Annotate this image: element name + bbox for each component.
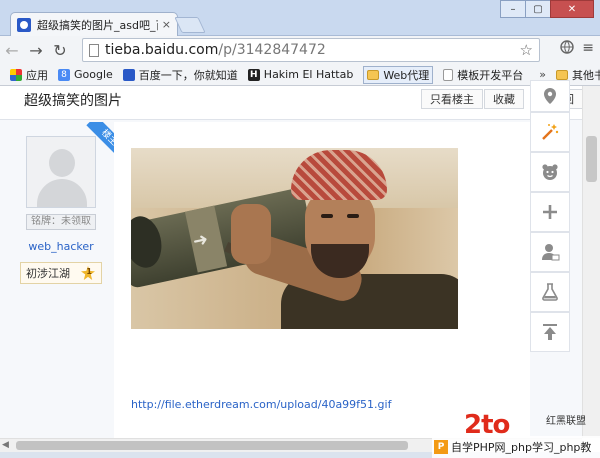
baidu-paw-icon	[17, 17, 31, 32]
bookmark-google[interactable]: 8 Google	[58, 68, 113, 81]
bookmark-apps[interactable]: 应用	[10, 67, 48, 83]
emoji-tool[interactable]	[530, 152, 570, 192]
menu-icon[interactable]: ≡	[582, 40, 594, 58]
flask-icon	[542, 283, 558, 301]
bookmark-label: 百度一下，你就知道	[138, 68, 238, 82]
avatar-body-shape	[37, 179, 87, 207]
bookmark-star-icon[interactable]: ☆	[520, 41, 533, 59]
apps-icon	[10, 68, 22, 81]
maximize-button[interactable]: ▢	[525, 0, 551, 18]
nameplate-badge[interactable]: 铭牌：未领取	[26, 214, 96, 230]
window-controls: – ▢ ✕	[500, 0, 594, 18]
author-username[interactable]: web_hacker	[8, 240, 114, 253]
url-host: tieba.baidu.com	[105, 42, 219, 58]
bookmark-baidu[interactable]: 百度一下，你就知道	[122, 67, 238, 83]
side-toolbar	[530, 80, 570, 352]
folder-icon	[367, 69, 380, 80]
photo-eye-left	[321, 214, 333, 218]
lab-tool[interactable]	[530, 272, 570, 312]
bookmark-label: Google	[74, 68, 113, 81]
photo-eye-right	[347, 214, 359, 218]
folder-icon	[556, 69, 569, 80]
bookmark-web-proxy[interactable]: Web代理	[363, 65, 434, 84]
reload-button[interactable]: ↻	[48, 38, 72, 62]
avatar-head-shape	[49, 149, 75, 177]
level-number: 1	[86, 267, 92, 276]
bookmark-hakim[interactable]: H Hakim El Hattab	[247, 68, 354, 81]
scroll-left-arrow-icon[interactable]: ◀	[2, 440, 9, 450]
window-titlebar: 超级搞笑的图片_asd吧_百 × – ▢ ✕	[0, 0, 600, 36]
toolbar-right: ≡	[560, 40, 594, 58]
location-pin-tool[interactable]	[530, 80, 570, 112]
user-icon	[542, 244, 560, 261]
favorite-button[interactable]: 收藏	[484, 89, 524, 109]
tab-title: 超级搞笑的图片_asd吧_百	[37, 18, 158, 32]
page-icon	[443, 68, 454, 81]
baidu-icon	[122, 68, 135, 81]
tab-close-icon[interactable]: ×	[162, 18, 171, 31]
bookmark-label: Hakim El Hattab	[263, 68, 354, 81]
bookmarks-bar: 应用 8 Google 百度一下，你就知道 H Hakim El Hattab We…	[0, 64, 600, 86]
page-icon	[89, 43, 99, 57]
google-icon: 8	[58, 68, 70, 81]
window-bottom-edge	[0, 452, 600, 458]
page-viewport: 超级搞笑的图片 只看楼主 收藏 回 楼主 铭牌：未领取 web_hacker 初…	[0, 86, 582, 438]
vertical-scrollbar-thumb[interactable]	[586, 136, 597, 182]
plus-icon	[543, 205, 557, 219]
bookmark-label: 其他书签	[572, 68, 600, 82]
minimize-button[interactable]: –	[500, 0, 526, 18]
magic-wand-icon	[542, 124, 559, 140]
magic-wand-tool[interactable]	[530, 112, 570, 152]
add-tool[interactable]	[530, 192, 570, 232]
arrow-up-to-top-icon	[543, 324, 557, 340]
bear-face-icon	[542, 164, 558, 180]
browser-toolbar: ← → ↻ tieba.baidu.com/p/3142847472 ☆ ≡	[0, 36, 600, 64]
close-window-button[interactable]: ✕	[550, 0, 594, 18]
address-url: tieba.baidu.com/p/3142847472	[105, 42, 326, 58]
post-image[interactable]: ➜	[131, 148, 458, 329]
bookmark-label: Web代理	[383, 68, 430, 82]
photo-hand	[231, 204, 271, 264]
user-tool[interactable]	[530, 232, 570, 272]
author-level: 初涉江湖 1	[20, 262, 102, 284]
horizontal-scrollbar[interactable]: ◀	[0, 438, 582, 452]
new-tab-button[interactable]	[174, 17, 206, 33]
h-icon: H	[247, 68, 260, 81]
bookmark-label: 应用	[26, 68, 48, 82]
only-op-button[interactable]: 只看楼主	[421, 89, 483, 109]
back-button[interactable]: ←	[0, 38, 24, 62]
location-pin-icon	[544, 88, 556, 104]
post-link[interactable]: http://file.etherdream.com/upload/40a99f…	[131, 398, 391, 411]
browser-tab[interactable]: 超级搞笑的图片_asd吧_百 ×	[10, 12, 178, 36]
post-content: ➜ http://file.etherdream.com/upload/40a9…	[114, 122, 530, 438]
horizontal-scrollbar-thumb[interactable]	[16, 441, 408, 450]
author-column: 楼主 铭牌：未领取 web_hacker 初涉江湖 1	[8, 122, 120, 438]
back-to-top-tool[interactable]	[530, 312, 570, 352]
vertical-scrollbar[interactable]	[582, 86, 600, 438]
bookmark-template-platform[interactable]: 模板开发平台	[443, 67, 523, 83]
globe-extension-icon[interactable]	[560, 40, 574, 58]
thread-header: 超级搞笑的图片 只看楼主 收藏 回	[0, 86, 582, 120]
level-title: 初涉江湖	[26, 267, 70, 280]
page-title: 超级搞笑的图片	[24, 93, 122, 109]
url-path: /p/3142847472	[218, 42, 326, 58]
forward-button[interactable]: →	[24, 38, 48, 62]
bookmark-label: 模板开发平台	[457, 68, 524, 82]
address-bar[interactable]: tieba.baidu.com/p/3142847472 ☆	[82, 38, 540, 62]
